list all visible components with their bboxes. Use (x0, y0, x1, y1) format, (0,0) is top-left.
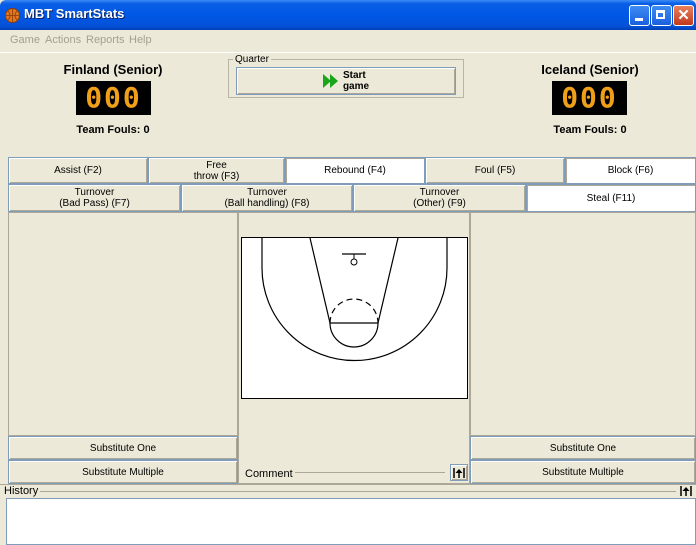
turnover-other-label-1: Turnover (419, 187, 460, 198)
home-substitute-multiple-button[interactable]: Substitute Multiple (8, 460, 238, 484)
comment-expand-button[interactable] (450, 464, 468, 481)
block-button[interactable]: Block (F6) (565, 157, 696, 184)
half-court-diagram (261, 238, 448, 362)
turnover-ball-handling-button[interactable]: Turnover (Ball handling) (F8) (181, 184, 353, 212)
expand-up-icon (680, 486, 692, 496)
foul-label: Foul (F5) (474, 165, 516, 176)
free-throw-label-1: Free (206, 159, 227, 171)
quarter-legend: Quarter (235, 54, 269, 65)
start-game-label-2: game (342, 81, 370, 92)
start-game-button[interactable]: Start game (236, 67, 456, 95)
home-substitute-multiple-label: Substitute Multiple (82, 466, 164, 478)
steal-label: Steal (F11) (586, 192, 636, 204)
away-team-score: 000 (552, 81, 627, 115)
rebound-label: Rebound (F4) (324, 165, 386, 176)
comment-label: Comment (245, 468, 293, 480)
menu-bar: Game Actions Reports Help (0, 30, 696, 50)
comment-divider (295, 472, 445, 473)
away-substitute-multiple-label: Substitute Multiple (542, 466, 624, 478)
window-title: MBT SmartStats (24, 6, 125, 21)
menu-game[interactable]: Game (10, 34, 40, 46)
basketball-court[interactable] (241, 237, 468, 399)
away-team-fouls: Team Fouls: 0 (553, 124, 627, 136)
title-bar[interactable]: MBT SmartStats ✕ (0, 0, 696, 30)
maximize-button[interactable] (651, 5, 672, 26)
turnover-other-label-2: (Other) (F9) (413, 198, 466, 209)
basketball-icon (5, 8, 20, 23)
play-forward-icon (322, 74, 338, 88)
turnover-bad-pass-button[interactable]: Turnover (Bad Pass) (F7) (8, 184, 181, 212)
home-team-score: 000 (76, 81, 151, 115)
menu-reports[interactable]: Reports (86, 34, 125, 46)
assist-label: Assist (F2) (54, 165, 102, 176)
history-divider (40, 491, 676, 492)
history-label: History (4, 485, 39, 497)
home-team-name: Finland (Senior) (63, 62, 163, 77)
home-substitute-one-button[interactable]: Substitute One (8, 436, 238, 460)
history-expand-button[interactable] (680, 486, 694, 498)
turnover-ball-handling-label-2: (Ball handling) (F8) (224, 198, 310, 209)
home-substitute-one-label: Substitute One (89, 442, 157, 454)
away-substitute-one-button[interactable]: Substitute One (470, 436, 696, 460)
away-team-name: Iceland (Senior) (541, 62, 639, 77)
steal-button[interactable]: Steal (F11) (526, 184, 696, 212)
turnover-ball-handling-label-1: Turnover (247, 187, 287, 198)
rebound-button[interactable]: Rebound (F4) (285, 157, 425, 184)
minimize-button[interactable] (629, 5, 650, 26)
away-substitute-one-label: Substitute One (549, 442, 617, 454)
menu-actions[interactable]: Actions (45, 34, 81, 46)
turnover-bad-pass-label-1: Turnover (74, 187, 115, 198)
close-icon: ✕ (677, 7, 690, 24)
close-button[interactable]: ✕ (673, 5, 694, 26)
foul-button[interactable]: Foul (F5) (425, 157, 565, 184)
turnover-bad-pass-label-2: (Bad Pass) (F7) (59, 198, 130, 209)
expand-up-icon (453, 467, 465, 478)
home-roster-panel[interactable] (8, 212, 238, 436)
free-throw-button[interactable]: Free throw (F3) (148, 157, 285, 184)
menu-help[interactable]: Help (129, 34, 152, 46)
history-textarea[interactable] (6, 498, 696, 545)
start-game-label-1: Start (342, 70, 366, 81)
block-label: Block (F6) (607, 165, 654, 176)
away-substitute-multiple-button[interactable]: Substitute Multiple (470, 460, 696, 484)
away-roster-panel[interactable] (470, 212, 696, 436)
turnover-other-button[interactable]: Turnover (Other) (F9) (353, 184, 526, 212)
free-throw-label-2: throw (F3) (193, 170, 240, 182)
assist-button[interactable]: Assist (F2) (8, 157, 148, 184)
home-team-fouls: Team Fouls: 0 (76, 124, 150, 136)
